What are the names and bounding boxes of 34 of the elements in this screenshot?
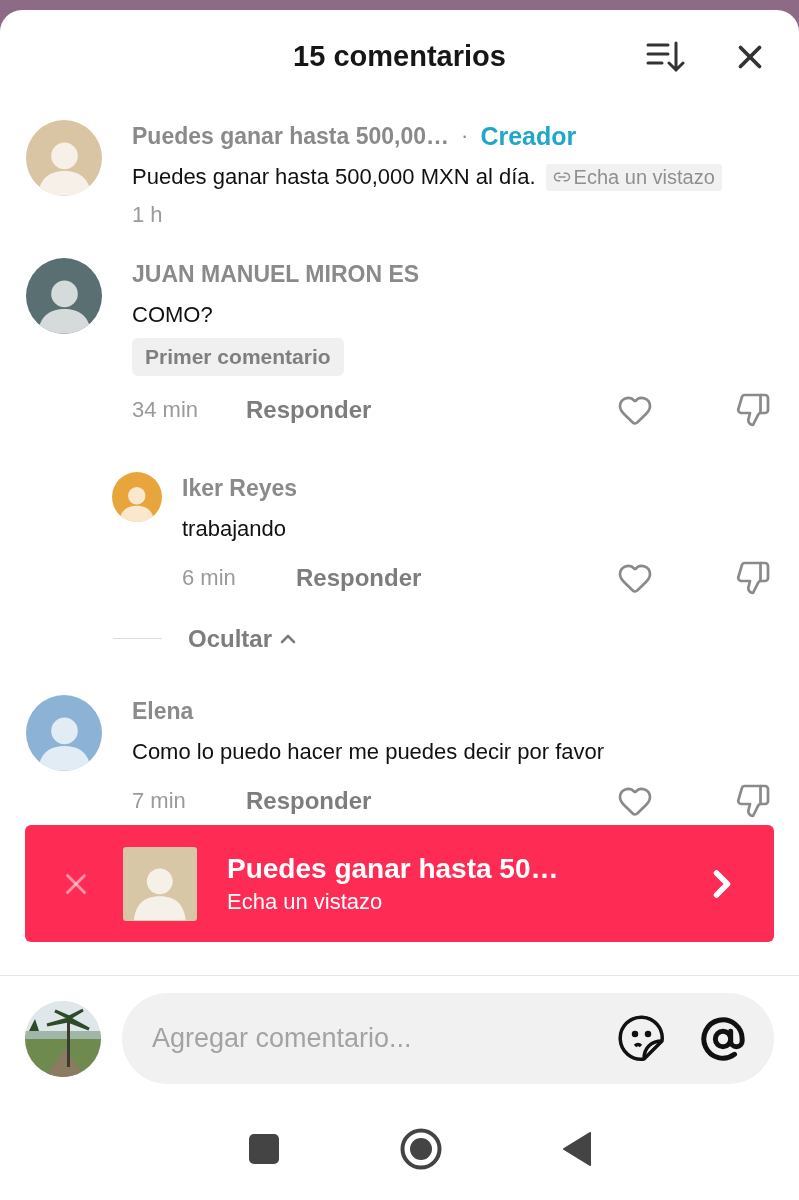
comment-text: Puedes ganar hasta 500,000 MXN al día.: [132, 163, 536, 191]
first-comment-label: Primer comentario: [132, 338, 344, 376]
username[interactable]: Iker Reyes: [182, 474, 298, 502]
comment-time: 6 min: [182, 565, 237, 591]
promo-subtitle: Echa un vistazo: [227, 888, 384, 915]
reply-button[interactable]: Responder: [246, 396, 372, 424]
comment-time: 34 min: [132, 397, 200, 423]
link-chip[interactable]: Echa un vistazo: [545, 163, 722, 191]
recents-square-icon[interactable]: [247, 1133, 280, 1165]
sort-icon[interactable]: [645, 40, 685, 74]
sticker-smiley-icon[interactable]: [618, 1014, 666, 1063]
mention-icon[interactable]: [700, 1015, 746, 1062]
promo-banner[interactable]: Puedes ganar hasta 50… Echa un vistazo: [25, 825, 774, 942]
reply-button[interactable]: Responder: [296, 564, 422, 592]
thumbs-down-icon[interactable]: [735, 392, 771, 428]
comment-time: 7 min: [132, 788, 187, 814]
comment-text: Como lo puedo hacer me puedes decir por favor: [132, 738, 605, 766]
back-triangle-icon[interactable]: [561, 1131, 592, 1167]
home-circle-icon[interactable]: [399, 1128, 442, 1170]
separator-dot: ·: [461, 123, 469, 149]
thumbs-down-icon[interactable]: [735, 560, 771, 596]
username[interactable]: JUAN MANUEL MIRON ES: [132, 260, 420, 288]
comment-text: trabajando: [182, 515, 286, 543]
promo-title: Puedes ganar hasta 50…: [227, 852, 560, 885]
creator-label: Creador: [480, 121, 577, 151]
hide-replies-button[interactable]: Ocultar: [188, 624, 301, 653]
comment-time: 1 h: [132, 202, 164, 228]
thumbs-down-icon[interactable]: [735, 783, 771, 819]
reply-button[interactable]: Responder: [246, 787, 372, 815]
comment-text: COMO?: [132, 301, 213, 329]
comment-input-field[interactable]: Agregar comentario...: [150, 1022, 584, 1055]
comments-title: 15 comentarios: [293, 39, 506, 73]
username[interactable]: Elena: [132, 697, 194, 725]
username[interactable]: Puedes ganar hasta 500,00…: [132, 122, 450, 150]
